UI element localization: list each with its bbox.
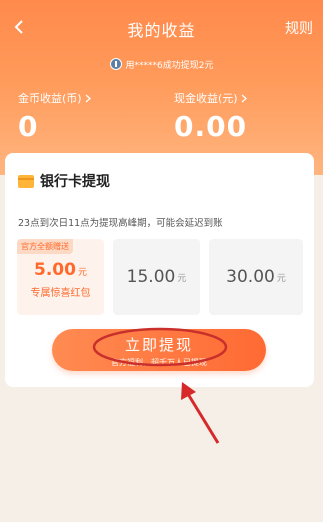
amount-unit: 元: [276, 273, 286, 284]
withdraw-button-label: 立即提现: [124, 336, 193, 354]
amount-option-30[interactable]: 30.00 元: [209, 239, 303, 315]
amount-option-15[interactable]: 15.00 元: [113, 239, 200, 315]
chevron-right-icon: [85, 94, 91, 102]
withdraw-button[interactable]: 立即提现 官方福利，超千万人已提现: [52, 329, 266, 371]
nav-bar: 我的收益 规则: [0, 14, 323, 42]
user-avatar-icon: [109, 58, 122, 70]
notice-text: 用*****6成功提现2元: [125, 60, 214, 71]
cash-earnings[interactable]: 现金收益(元) 0.00: [174, 90, 247, 143]
page-title: 我的收益: [127, 21, 196, 40]
coin-earnings-label: 金币收益(币): [18, 92, 82, 105]
amount-value: 30.00: [226, 267, 275, 287]
amount-option-5[interactable]: 官方全额赠送 5.00 元 专属惊喜红包: [17, 239, 104, 315]
arrow-shaft: [186, 393, 220, 444]
peak-hint: 23点到次日11点为提现高峰期，可能会延迟到账: [18, 218, 223, 229]
withdraw-notice: 用*****6成功提现2元: [0, 56, 323, 72]
coin-earnings[interactable]: 金币收益(币) 0: [18, 90, 91, 143]
amount-value: 15.00: [126, 267, 176, 287]
amount-unit: 元: [177, 273, 187, 284]
coin-earnings-value: 0: [18, 110, 39, 143]
chevron-right-icon: [241, 94, 247, 102]
rules-link[interactable]: 规则: [285, 18, 313, 38]
amount-options: 官方全额赠送 5.00 元 专属惊喜红包 15.00 元 30.00 元: [17, 239, 303, 315]
withdraw-button-subtitle: 官方福利，超千万人已提现: [111, 358, 207, 367]
cash-earnings-value: 0.00: [174, 110, 248, 143]
bank-card-icon: [18, 174, 34, 188]
amount-value: 5.00: [34, 259, 76, 280]
amount-subtitle: 专属惊喜红包: [30, 287, 91, 299]
cash-earnings-label: 现金收益(元): [174, 92, 238, 105]
amount-unit: 元: [77, 267, 87, 278]
official-gift-tag: 官方全额赠送: [17, 239, 73, 254]
card-title: 银行卡提现: [40, 174, 110, 190]
